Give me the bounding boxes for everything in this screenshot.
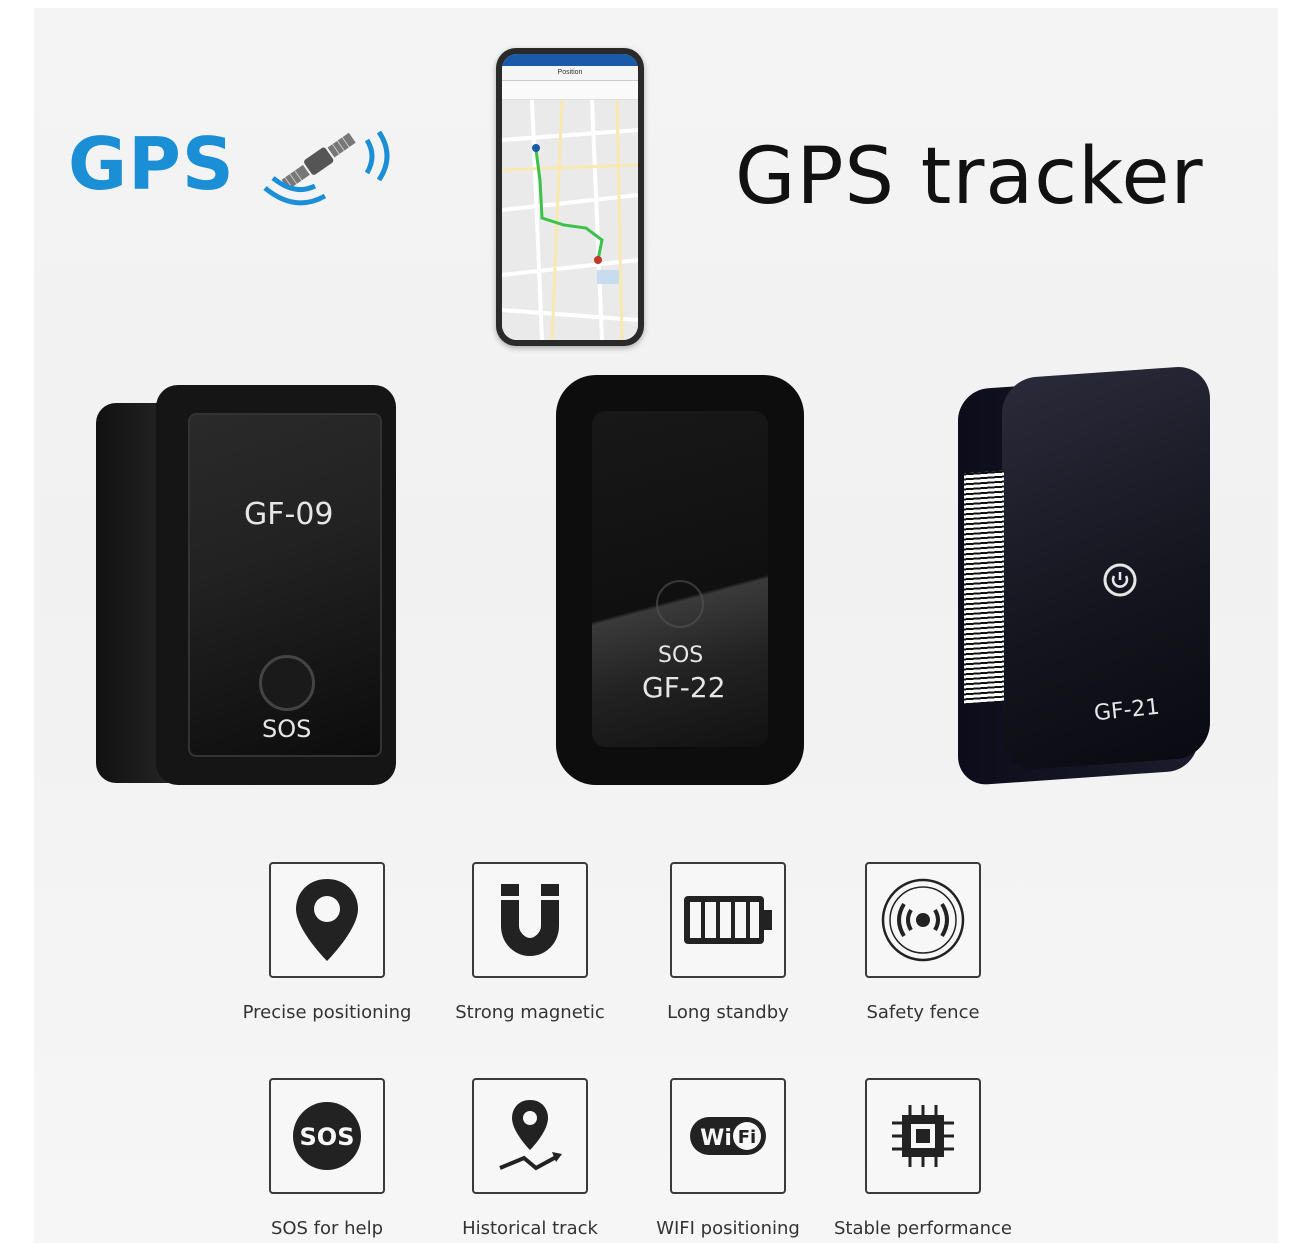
feature-label: Strong magnetic	[455, 1002, 605, 1023]
power-icon	[656, 580, 704, 628]
signal-fence-icon	[865, 862, 981, 978]
feature-label: Long standby	[667, 1002, 789, 1023]
smartphone: Position	[496, 48, 644, 346]
svg-text:Wi: Wi	[700, 1126, 732, 1151]
track-icon	[472, 1078, 588, 1194]
device-gf-22: SOS GF-22	[556, 375, 804, 785]
feature-historical-track: Historical track	[430, 1078, 630, 1239]
feature-label: Stable performance	[833, 1218, 1012, 1239]
phone-screen: Position	[502, 54, 638, 340]
feature-label: Precise positioning	[242, 1002, 412, 1023]
feature-strong-magnetic: Strong magnetic	[430, 862, 630, 1023]
svg-text:SOS: SOS	[300, 1123, 355, 1151]
chip-icon	[865, 1078, 981, 1194]
satellite-icon	[263, 130, 390, 206]
feature-precise-positioning: Precise positioning	[227, 862, 427, 1023]
sos-button	[259, 655, 315, 711]
sos-icon: SOS	[269, 1078, 385, 1194]
feature-stable-performance: Stable performance	[823, 1078, 1023, 1239]
device-gf-21: GF-21	[958, 362, 1218, 787]
phone-info-bar	[502, 81, 638, 100]
device-model-label: GF-09	[244, 497, 334, 532]
device-gf-09: GF-09 SOS	[96, 385, 396, 785]
device-model-label: GF-22	[642, 671, 726, 704]
wifi-icon: Wi Fi	[670, 1078, 786, 1194]
power-icon	[1103, 563, 1137, 597]
route-map	[502, 99, 638, 340]
feature-sos-for-help: SOS SOS for help	[227, 1078, 427, 1239]
magnet-icon	[472, 862, 588, 978]
feature-long-standby: Long standby	[628, 862, 828, 1023]
feature-label: WIFI positioning	[656, 1218, 800, 1239]
battery-icon	[670, 862, 786, 978]
feature-wifi-positioning: Wi Fi WIFI positioning	[628, 1078, 828, 1239]
barcode-sticker	[964, 470, 1004, 704]
phone-app-title: Position	[502, 66, 638, 81]
phone-status-bar	[502, 54, 638, 66]
feature-label: Historical track	[462, 1218, 598, 1239]
sos-button-label: SOS	[658, 643, 704, 668]
feature-label: Safety fence	[866, 1002, 980, 1023]
feature-label: SOS for help	[270, 1218, 384, 1239]
location-pin-icon	[269, 862, 385, 978]
feature-safety-fence: Safety fence	[823, 862, 1023, 1023]
page-title: GPS tracker	[735, 132, 1204, 222]
sos-button-label: SOS	[262, 715, 312, 743]
svg-text:Fi: Fi	[738, 1127, 756, 1148]
gps-logo-text: GPS	[68, 122, 235, 206]
